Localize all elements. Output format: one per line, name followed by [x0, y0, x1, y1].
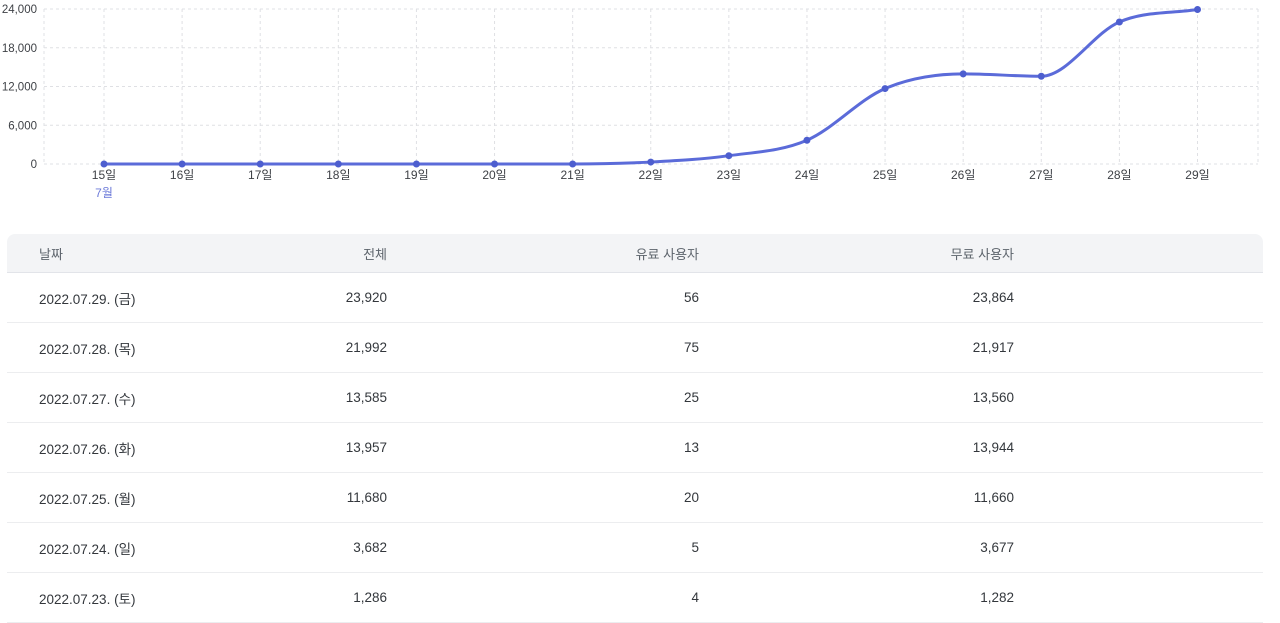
- data-point: [959, 70, 967, 78]
- col-header-paid: 유료 사용자: [635, 246, 699, 262]
- x-axis-tick-label: 26일: [951, 168, 975, 182]
- data-point: [1194, 6, 1201, 14]
- date-cell: 2022.07.23. (토): [39, 591, 136, 607]
- x-axis-tick-label: 19일: [404, 168, 428, 182]
- total-cell: 3,682: [353, 540, 387, 555]
- table-header-row: 날짜 전체 유료 사용자 무료 사용자: [7, 234, 1263, 273]
- free-users-cell: 13,560: [972, 390, 1014, 405]
- total-cell: 1,286: [353, 590, 387, 605]
- x-axis-tick-label: 22일: [639, 168, 663, 182]
- x-axis-tick-label: 17일: [248, 168, 272, 182]
- data-point: [725, 152, 733, 160]
- data-point: [334, 160, 342, 168]
- date-cell: 2022.07.24. (일): [39, 541, 136, 557]
- daily-users-line-chart: 0 6,000 12,000 18,000 24,000 15일 16일 17일 18일 19일 2…: [0, 0, 1280, 205]
- table-row: 2022.07.24. (일) 3,682 5 3,677: [7, 523, 1263, 573]
- table-row: 2022.07.28. (목) 21,992 75 21,917: [7, 323, 1263, 373]
- date-cell: 2022.07.25. (월): [39, 491, 136, 507]
- x-axis-tick-label: 21일: [560, 168, 584, 182]
- data-point: [647, 158, 655, 166]
- total-cell: 23,920: [345, 290, 387, 305]
- table-body: 2022.07.29. (금) 23,920 56 23,864 2022.07.28.…: [7, 273, 1263, 623]
- y-axis-tick-label: 12,000: [2, 82, 37, 94]
- data-point: [881, 85, 889, 93]
- data-point: [491, 160, 499, 168]
- paid-users-cell: 25: [683, 390, 699, 405]
- free-users-cell: 23,864: [972, 290, 1014, 305]
- y-axis-tick-label: 24,000: [2, 4, 37, 16]
- month-label: 7월: [95, 186, 113, 200]
- x-axis-tick-label: 27일: [1029, 168, 1053, 182]
- x-axis-tick-label: 15일: [92, 168, 116, 182]
- x-axis-tick-label: 20일: [482, 168, 506, 182]
- data-point: [256, 160, 264, 168]
- date-cell: 2022.07.28. (목): [39, 341, 136, 357]
- free-users-cell: 13,944: [972, 440, 1014, 455]
- free-users-cell: 3,677: [980, 540, 1014, 555]
- daily-users-table: 날짜 전체 유료 사용자 무료 사용자 2022.07.29. (금) 23,92…: [7, 234, 1263, 623]
- y-axis-tick-label: 6,000: [8, 120, 37, 132]
- paid-users-cell: 4: [691, 590, 699, 605]
- x-axis-tick-label: 23일: [717, 168, 741, 182]
- x-axis-tick-label: 18일: [326, 168, 350, 182]
- x-axis-tick-label: 29일: [1185, 168, 1209, 182]
- data-point: [178, 160, 186, 168]
- table-row: 2022.07.25. (월) 11,680 20 11,660: [7, 473, 1263, 523]
- col-header-date: 날짜: [39, 246, 63, 262]
- date-cell: 2022.07.27. (수): [39, 391, 136, 407]
- paid-users-cell: 20: [683, 490, 699, 505]
- total-cell: 11,680: [346, 490, 387, 505]
- data-point: [1037, 72, 1045, 80]
- y-axis-tick-label: 18,000: [2, 43, 37, 55]
- paid-users-cell: 75: [683, 340, 699, 355]
- date-cell: 2022.07.26. (화): [39, 441, 136, 457]
- x-axis-tick-label: 25일: [873, 168, 897, 182]
- total-cell: 13,957: [345, 440, 387, 455]
- total-cell: 13,585: [345, 390, 387, 405]
- table-row: 2022.07.23. (토) 1,286 4 1,282: [7, 573, 1263, 623]
- paid-users-cell: 13: [683, 440, 699, 455]
- table-row: 2022.07.29. (금) 23,920 56 23,864: [7, 273, 1263, 323]
- table-row: 2022.07.26. (화) 13,957 13 13,944: [7, 423, 1263, 473]
- data-point: [569, 160, 577, 168]
- free-users-cell: 11,660: [973, 490, 1014, 505]
- data-point: [412, 160, 420, 168]
- y-axis-tick-label: 0: [31, 159, 37, 171]
- x-axis-tick-label: 16일: [170, 168, 194, 182]
- free-users-cell: 21,917: [972, 340, 1014, 355]
- line-chart-svg: 0 6,000 12,000 18,000 24,000 15일 16일 17일 18일 19일 2…: [2, 4, 1259, 200]
- paid-users-cell: 56: [683, 290, 699, 305]
- data-point: [1115, 18, 1123, 26]
- total-cell: 21,992: [345, 340, 387, 355]
- col-header-total: 전체: [363, 246, 387, 262]
- paid-users-cell: 5: [691, 540, 699, 555]
- data-point: [803, 136, 811, 144]
- date-cell: 2022.07.29. (금): [39, 291, 136, 307]
- x-axis-tick-label: 28일: [1107, 168, 1131, 182]
- free-users-cell: 1,282: [980, 590, 1014, 605]
- table-row: 2022.07.27. (수) 13,585 25 13,560: [7, 373, 1263, 423]
- x-axis-tick-label: 24일: [795, 168, 819, 182]
- data-point: [100, 160, 108, 168]
- col-header-free: 무료 사용자: [950, 246, 1014, 262]
